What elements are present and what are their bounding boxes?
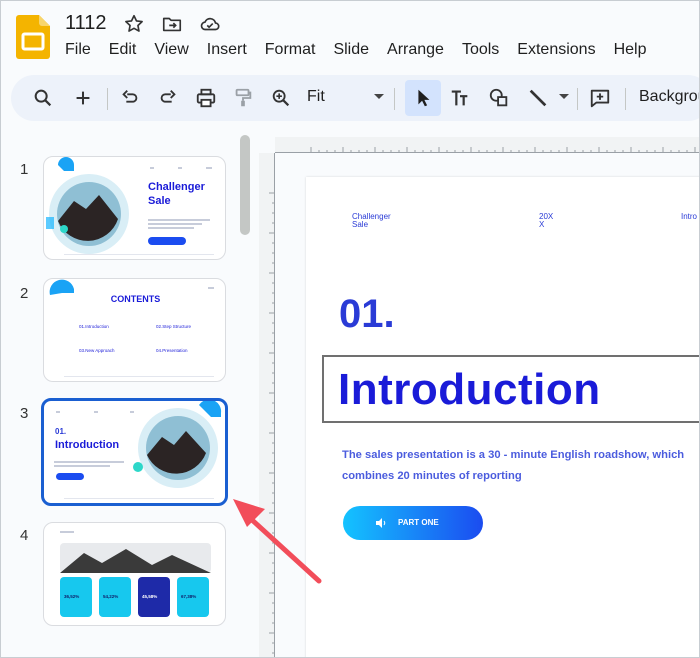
speaker-icon [376, 518, 386, 528]
slide-number: 2 [20, 285, 29, 302]
stat-value: 36,52% [64, 594, 80, 599]
undo-button[interactable] [118, 86, 142, 110]
new-slide-button[interactable] [71, 86, 95, 110]
slide-header-right[interactable]: Intro [681, 213, 697, 221]
menu-extensions[interactable]: Extensions [517, 41, 595, 59]
menu-arrange[interactable]: Arrange [387, 41, 444, 59]
slides-logo-icon[interactable] [16, 15, 50, 59]
cloud-saved-icon[interactable] [199, 13, 221, 35]
menu-insert[interactable]: Insert [207, 41, 247, 59]
slide-thumbnail-title: Introduction [55, 439, 120, 451]
contents-item: 01.Introduction [79, 324, 109, 329]
select-icon [418, 89, 430, 107]
search-icon [34, 89, 52, 107]
paint-format-button[interactable] [231, 86, 255, 110]
menu-bar: File Edit View Insert Format Slide Arran… [65, 41, 664, 59]
toolbar-divider [625, 88, 626, 110]
line-button[interactable] [526, 86, 550, 110]
text-box-button[interactable] [448, 86, 472, 110]
menu-tools[interactable]: Tools [462, 41, 499, 59]
redo-icon [160, 90, 176, 103]
slide-body-line: combines 20 minutes of reporting [342, 470, 522, 482]
slide-title[interactable]: Introduction [338, 365, 601, 415]
shape-button[interactable] [487, 86, 511, 110]
toolbar-divider [577, 88, 578, 110]
document-title[interactable]: 1112 [65, 12, 107, 35]
slide-thumbnail-art [54, 401, 222, 499]
annotation-arrow-icon [233, 499, 322, 584]
zoom-button[interactable] [269, 86, 293, 110]
part-one-label: PART ONE [398, 518, 439, 527]
menu-file[interactable]: File [65, 41, 91, 59]
menu-edit[interactable]: Edit [109, 41, 137, 59]
redo-button[interactable] [156, 86, 180, 110]
stat-value: 54,22% [103, 594, 119, 599]
print-button[interactable] [194, 86, 218, 110]
slide-body-line: The sales presentation is a 30 - minute … [342, 449, 685, 461]
toolbar-divider [394, 88, 395, 110]
background-button[interactable]: Background [639, 88, 699, 106]
menu-slide[interactable]: Slide [333, 41, 369, 59]
zoom-icon [272, 89, 290, 107]
slide-thumbnail-title: Challenger Sale [148, 181, 205, 207]
slide-thumbnail-art [60, 531, 211, 617]
slide-number: 4 [20, 527, 29, 544]
text-box-icon [451, 90, 468, 106]
undo-icon [122, 90, 138, 103]
slide-number: 1 [20, 161, 29, 178]
menu-help[interactable]: Help [614, 41, 647, 59]
slide-thumbnail-art [46, 157, 214, 255]
slide-thumbnail-1[interactable]: Challenger Sale [43, 156, 226, 260]
filmstrip-scrollbar[interactable] [240, 135, 250, 235]
slide-header-mid[interactable]: 20X X [539, 213, 553, 229]
menu-view[interactable]: View [154, 41, 188, 59]
shape-icon [489, 88, 508, 107]
paint-format-icon [235, 88, 252, 107]
slide-thumbnail-4[interactable]: 36,52% 54,22% 45,58% 67,38% [43, 522, 226, 626]
star-icon[interactable] [123, 13, 145, 35]
slide-body-text[interactable]: The sales presentation is a 30 - minute … [342, 445, 699, 487]
line-icon [529, 89, 547, 107]
slides-window: 1112 File Edit View Insert Format Slide … [0, 0, 700, 658]
search-menus-button[interactable] [31, 86, 55, 110]
add-icon [76, 91, 90, 105]
horizontal-ruler[interactable] [275, 137, 700, 153]
contents-item: 02.Step Structure [156, 324, 192, 329]
menu-format[interactable]: Format [265, 41, 316, 59]
slide-section-number[interactable]: 01. [339, 292, 395, 337]
contents-item: 03.New Approach [79, 348, 115, 353]
slide-number: 3 [20, 405, 29, 422]
slide-header-left[interactable]: Challenger Sale [352, 213, 391, 229]
comment-icon [590, 89, 610, 108]
zoom-dropdown-icon[interactable] [374, 94, 384, 99]
toolbar-divider [107, 88, 108, 110]
slide-thumbnail-2[interactable]: CONTENTS 01.Introduction 02.Step Structu… [43, 278, 226, 382]
move-to-folder-icon[interactable] [161, 13, 183, 35]
part-one-button[interactable]: PART ONE [343, 506, 483, 540]
select-tool-button[interactable] [411, 86, 435, 110]
slide-thumbnail-title: CONTENTS [110, 294, 161, 304]
print-icon [196, 88, 216, 108]
slide-thumbnail-number: 01. [55, 427, 67, 436]
stat-value: 45,58% [142, 594, 158, 599]
add-comment-button[interactable] [588, 86, 612, 110]
zoom-select-value[interactable]: Fit [307, 88, 325, 106]
stat-value: 67,38% [181, 594, 197, 599]
contents-item: 04.Presentation [156, 348, 188, 353]
line-dropdown-icon[interactable] [559, 94, 569, 99]
slide-thumbnail-3[interactable]: 01. Introduction [41, 398, 228, 506]
